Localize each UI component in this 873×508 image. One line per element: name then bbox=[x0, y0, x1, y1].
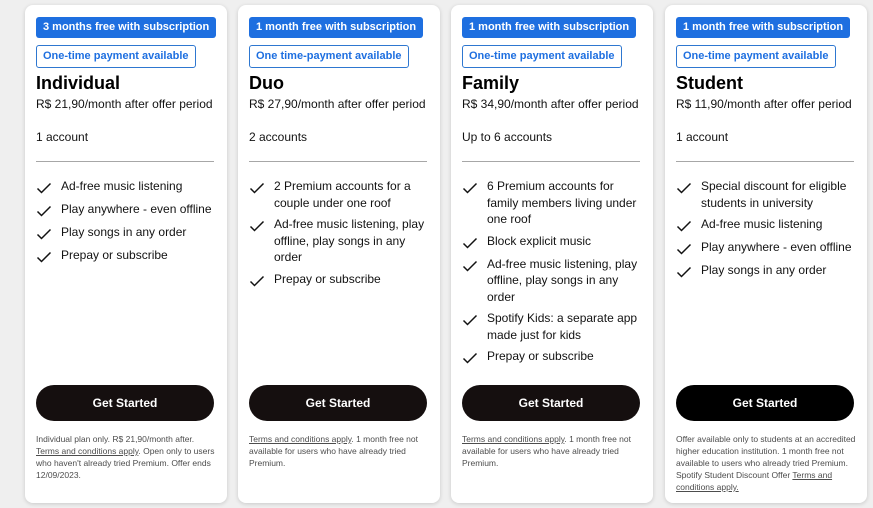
feature-item: Ad-free music listening, play offline, p… bbox=[249, 216, 434, 266]
promo-badge: 3 months free with subscription bbox=[36, 17, 217, 38]
plan-name: Student bbox=[676, 73, 743, 93]
terms-text: Terms and conditions apply. 1 month free… bbox=[249, 433, 431, 469]
plan-price: R$ 11,90/month after offer period bbox=[676, 97, 852, 111]
one-time-payment-badge: One-time payment available bbox=[462, 45, 622, 68]
plan-card-student: 1 month free with subscription One-time … bbox=[665, 5, 867, 503]
get-started-button[interactable]: Get Started bbox=[36, 385, 214, 421]
divider bbox=[249, 161, 427, 162]
feature-text: Special discount for eligible students i… bbox=[701, 179, 847, 210]
plan-cards: 3 months free with subscription One-time… bbox=[0, 0, 873, 508]
get-started-button[interactable]: Get Started bbox=[249, 385, 427, 421]
feature-item: Play songs in any order bbox=[676, 262, 861, 280]
feature-item: Spotify Kids: a separate app made just f… bbox=[462, 310, 647, 343]
get-started-button[interactable]: Get Started bbox=[676, 385, 854, 421]
feature-text: Prepay or subscribe bbox=[61, 248, 168, 262]
feature-item: Play anywhere - even offline bbox=[36, 201, 221, 219]
plan-name: Duo bbox=[249, 73, 284, 93]
checkmark-icon bbox=[462, 314, 478, 326]
feature-item: Play anywhere - even offline bbox=[676, 239, 861, 257]
checkmark-icon bbox=[676, 182, 692, 194]
feature-item: Play songs in any order bbox=[36, 224, 221, 242]
plan-accounts: 2 accounts bbox=[249, 130, 308, 144]
feature-text: Play anywhere - even offline bbox=[61, 202, 212, 216]
checkmark-icon bbox=[36, 182, 52, 194]
promo-badge: 1 month free with subscription bbox=[249, 17, 424, 38]
feature-list: Ad-free music listening Play anywhere - … bbox=[36, 178, 221, 270]
feature-item: Prepay or subscribe bbox=[249, 271, 434, 289]
plan-accounts: 1 account bbox=[36, 130, 89, 144]
plan-accounts: Up to 6 accounts bbox=[462, 130, 553, 144]
plan-card-family: 1 month free with subscription One-time … bbox=[451, 5, 653, 503]
feature-item: Ad-free music listening, play offline, p… bbox=[462, 256, 647, 306]
feature-item: Block explicit music bbox=[462, 233, 647, 251]
feature-item: 6 Premium accounts for family members li… bbox=[462, 178, 647, 228]
divider bbox=[676, 161, 854, 162]
feature-item: 2 Premium accounts for a couple under on… bbox=[249, 178, 434, 211]
feature-text: Ad-free music listening, play offline, p… bbox=[274, 217, 425, 264]
feature-text: Ad-free music listening, play offline, p… bbox=[487, 256, 638, 304]
feature-text: Ad-free music listening bbox=[701, 217, 823, 231]
plan-accounts: 1 account bbox=[676, 130, 729, 144]
plan-price: R$ 34,90/month after offer period bbox=[462, 97, 639, 111]
terms-text: Offer available only to students at an a… bbox=[676, 433, 858, 493]
checkmark-icon bbox=[36, 228, 52, 240]
feature-text: Prepay or subscribe bbox=[274, 271, 381, 286]
one-time-payment-badge: One-time payment available bbox=[676, 45, 836, 68]
feature-list: Special discount for eligible students i… bbox=[676, 178, 861, 285]
feature-item: Ad-free music listening bbox=[36, 178, 221, 196]
promo-badge: 1 month free with subscription bbox=[676, 17, 851, 38]
terms-link[interactable]: Terms and conditions apply bbox=[36, 446, 138, 456]
plan-price: R$ 27,90/month after offer period bbox=[249, 97, 426, 111]
checkmark-icon bbox=[36, 251, 52, 263]
feature-item: Ad-free music listening bbox=[676, 216, 861, 234]
feature-text: 2 Premium accounts for a couple under on… bbox=[274, 179, 411, 210]
feature-item: Prepay or subscribe bbox=[462, 348, 647, 366]
terms-link[interactable]: Terms and conditions apply bbox=[462, 434, 564, 444]
feature-item: Prepay or subscribe bbox=[36, 247, 221, 265]
checkmark-icon bbox=[36, 205, 52, 217]
checkmark-icon bbox=[249, 275, 265, 287]
one-time-payment-badge: One-time payment available bbox=[36, 45, 196, 68]
checkmark-icon bbox=[249, 220, 265, 232]
feature-text: Block explicit music bbox=[487, 233, 592, 248]
feature-text: Play anywhere - even offline bbox=[701, 240, 852, 254]
checkmark-icon bbox=[462, 352, 478, 364]
divider bbox=[462, 161, 640, 162]
one-time-payment-badge: One time-payment available bbox=[249, 45, 409, 68]
feature-item: Special discount for eligible students i… bbox=[676, 178, 861, 211]
feature-text: Prepay or subscribe bbox=[487, 349, 594, 363]
checkmark-icon bbox=[462, 237, 478, 249]
feature-text: Spotify Kids: a separate app made just f… bbox=[487, 311, 638, 342]
feature-text: Play songs in any order bbox=[701, 263, 827, 277]
plan-price: R$ 21,90/month after offer period bbox=[36, 97, 213, 111]
feature-list: 6 Premium accounts for family members li… bbox=[462, 178, 647, 371]
feature-text: 6 Premium accounts for family members li… bbox=[487, 179, 637, 226]
feature-text: Play songs in any order bbox=[61, 225, 187, 239]
terms-text: Terms and conditions apply. 1 month free… bbox=[462, 433, 644, 469]
plan-name: Individual bbox=[36, 73, 121, 93]
terms-before: Individual plan only. R$ 21,90/month aft… bbox=[36, 434, 195, 444]
feature-text: Ad-free music listening bbox=[61, 179, 183, 193]
divider bbox=[36, 161, 214, 162]
plan-name: Family bbox=[462, 73, 520, 93]
checkmark-icon bbox=[462, 182, 478, 194]
checkmark-icon bbox=[462, 260, 478, 272]
terms-text: Individual plan only. R$ 21,90/month aft… bbox=[36, 433, 218, 481]
checkmark-icon bbox=[676, 266, 692, 278]
checkmark-icon bbox=[676, 220, 692, 232]
feature-list: 2 Premium accounts for a couple under on… bbox=[249, 178, 434, 294]
get-started-button[interactable]: Get Started bbox=[462, 385, 640, 421]
checkmark-icon bbox=[249, 182, 265, 194]
plan-card-individual: 3 months free with subscription One-time… bbox=[25, 5, 227, 503]
plan-card-duo: 1 month free with subscription One time-… bbox=[238, 5, 440, 503]
checkmark-icon bbox=[676, 243, 692, 255]
terms-link[interactable]: Terms and conditions apply bbox=[249, 434, 351, 444]
promo-badge: 1 month free with subscription bbox=[462, 17, 637, 38]
